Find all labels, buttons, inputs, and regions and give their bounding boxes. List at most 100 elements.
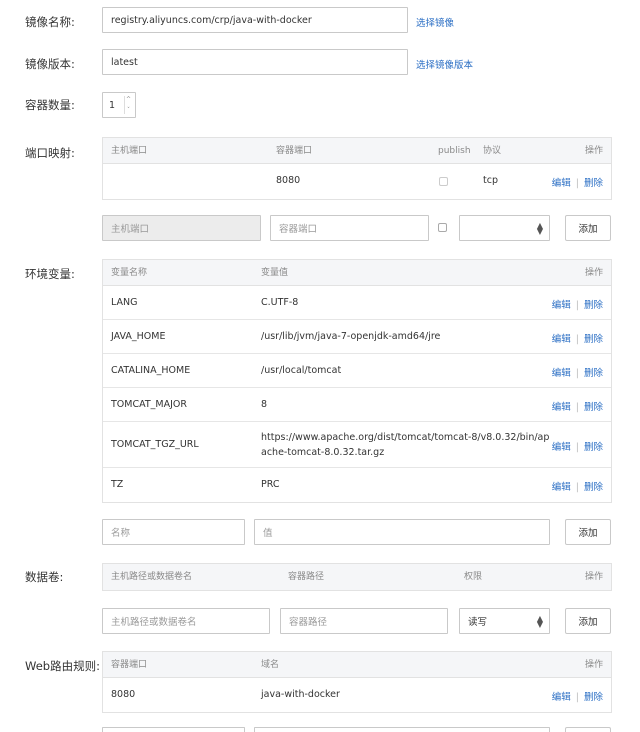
image-version-label: 镜像版本:: [25, 57, 75, 71]
header-domain: 域名: [261, 660, 280, 670]
table-row: TOMCAT_MAJOR 8 编辑 | 删除: [103, 388, 611, 422]
edit-link[interactable]: 编辑: [552, 178, 571, 189]
add-volume-button[interactable]: 添加: [565, 608, 611, 634]
header-host-port: 主机端口: [111, 146, 148, 156]
chevron-up-icon[interactable]: ^: [126, 96, 131, 103]
permission-select[interactable]: 读写 ▲ ▼: [459, 608, 550, 634]
route-domain-cell: java-with-docker: [261, 689, 340, 700]
separator: |: [575, 402, 579, 413]
add-route-button[interactable]: [565, 727, 611, 732]
select-image-link[interactable]: 选择镜像: [416, 15, 454, 29]
env-name-input[interactable]: 名称: [102, 519, 245, 545]
header-ops: 操作: [584, 660, 603, 670]
edit-link[interactable]: 编辑: [552, 482, 571, 493]
env-value-line: ache-tomcat-8.0.32.tar.gz: [261, 447, 385, 458]
publish-new-checkbox[interactable]: [438, 223, 447, 232]
host-path-input[interactable]: 主机路径或数据卷名: [102, 608, 270, 634]
env-value-cell: https://www.apache.org/dist/tomcat/tomca…: [261, 430, 549, 460]
env-value-input[interactable]: 值: [254, 519, 550, 545]
edit-link[interactable]: 编辑: [552, 692, 571, 703]
delete-link[interactable]: 删除: [584, 300, 603, 311]
table-row: LANG C.UTF-8 编辑 | 删除: [103, 286, 611, 320]
add-port-button[interactable]: 添加: [565, 215, 611, 241]
header-protocol: 协议: [483, 146, 502, 156]
env-name-cell: CATALINA_HOME: [111, 365, 191, 376]
container-path-input[interactable]: 容器路径: [280, 608, 448, 634]
env-value-cell: PRC: [261, 479, 280, 490]
select-arrows-icon: ▲ ▼: [536, 614, 543, 629]
route-port-cell: 8080: [111, 689, 136, 700]
image-name-label: 镜像名称:: [25, 15, 75, 29]
delete-link[interactable]: 删除: [584, 692, 603, 703]
route-port-input[interactable]: [102, 727, 245, 732]
table-row: 8080 tcp 编辑 | 删除: [103, 164, 611, 199]
row-actions: 编辑 | 删除: [552, 399, 603, 413]
image-name-input[interactable]: registry.aliyuncs.com/crp/java-with-dock…: [102, 7, 408, 33]
env-name-cell: TOMCAT_MAJOR: [111, 399, 187, 410]
table-row: TZ PRC 编辑 | 删除: [103, 468, 611, 502]
add-env-button[interactable]: 添加: [565, 519, 611, 545]
edit-link[interactable]: 编辑: [552, 368, 571, 379]
header-publish: publish: [438, 146, 471, 156]
env-value-line: https://www.apache.org/dist/tomcat/tomca…: [261, 432, 550, 443]
container-count-stepper[interactable]: 1 ^ ˇ: [102, 92, 136, 118]
env-name-cell: TZ: [111, 479, 124, 490]
container-count-label: 容器数量:: [25, 98, 75, 112]
image-version-input[interactable]: latest: [102, 49, 408, 75]
header-var-value: 变量值: [261, 268, 289, 278]
env-vars-header: 变量名称 变量值 操作: [103, 260, 611, 286]
separator: |: [575, 368, 579, 379]
volumes-header: 主机路径或数据卷名 容器路径 权限 操作: [103, 564, 611, 590]
web-routes-header: 容器端口 域名 操作: [103, 652, 611, 678]
table-row: JAVA_HOME /usr/lib/jvm/java-7-openjdk-am…: [103, 320, 611, 354]
row-actions: 编辑 | 删除: [552, 365, 603, 379]
header-container-port: 容器端口: [276, 146, 313, 156]
volumes-table: 主机路径或数据卷名 容器路径 权限 操作: [102, 563, 612, 591]
port-mapping-table: 主机端口 容器端口 publish 协议 操作 8080 tcp 编辑 | 删除: [102, 137, 612, 200]
edit-link[interactable]: 编辑: [552, 300, 571, 311]
row-actions: 编辑 | 删除: [552, 479, 603, 493]
delete-link[interactable]: 删除: [584, 442, 603, 453]
header-ops: 操作: [584, 572, 603, 582]
separator: |: [575, 442, 579, 453]
publish-checkbox[interactable]: [439, 177, 448, 186]
permission-select-value: 读写: [468, 617, 488, 628]
port-protocol-cell: tcp: [483, 175, 498, 186]
header-ops: 操作: [584, 146, 603, 156]
row-actions: 编辑 | 删除: [552, 331, 603, 345]
table-row: CATALINA_HOME /usr/local/tomcat 编辑 | 删除: [103, 354, 611, 388]
container-port-input[interactable]: 容器端口: [270, 215, 429, 241]
env-value-cell: /usr/local/tomcat: [261, 365, 342, 376]
header-permission: 权限: [464, 572, 483, 582]
row-actions: 编辑 | 删除: [552, 439, 603, 453]
separator: |: [575, 178, 579, 189]
header-container-path: 容器路径: [288, 572, 325, 582]
row-actions: 编辑 | 删除: [552, 297, 603, 311]
env-vars-label: 环境变量:: [25, 267, 75, 281]
header-var-name: 变量名称: [111, 268, 148, 278]
delete-link[interactable]: 删除: [584, 368, 603, 379]
port-mapping-label: 端口映射:: [25, 146, 75, 160]
protocol-select[interactable]: ▲ ▼: [459, 215, 550, 241]
env-value-cell: /usr/lib/jvm/java-7-openjdk-amd64/jre: [261, 331, 441, 342]
header-host-path: 主机路径或数据卷名: [111, 572, 193, 582]
route-domain-input[interactable]: [254, 727, 550, 732]
table-row: 8080 java-with-docker 编辑 | 删除: [103, 678, 611, 712]
edit-link[interactable]: 编辑: [552, 334, 571, 345]
delete-link[interactable]: 删除: [584, 334, 603, 345]
separator: |: [575, 692, 579, 703]
env-value-cell: C.UTF-8: [261, 297, 299, 308]
delete-link[interactable]: 删除: [584, 482, 603, 493]
row-actions: 编辑 | 删除: [552, 689, 603, 703]
chevron-down-icon[interactable]: ˇ: [127, 107, 130, 114]
select-arrows-icon: ▲ ▼: [536, 221, 543, 236]
port-mapping-header: 主机端口 容器端口 publish 协议 操作: [103, 138, 611, 164]
delete-link[interactable]: 删除: [584, 402, 603, 413]
delete-link[interactable]: 删除: [584, 178, 603, 189]
separator: |: [575, 482, 579, 493]
edit-link[interactable]: 编辑: [552, 402, 571, 413]
port-container-cell: 8080: [276, 175, 301, 186]
select-image-version-link[interactable]: 选择镜像版本: [416, 57, 473, 71]
host-port-input[interactable]: 主机端口: [102, 215, 261, 241]
edit-link[interactable]: 编辑: [552, 442, 571, 453]
